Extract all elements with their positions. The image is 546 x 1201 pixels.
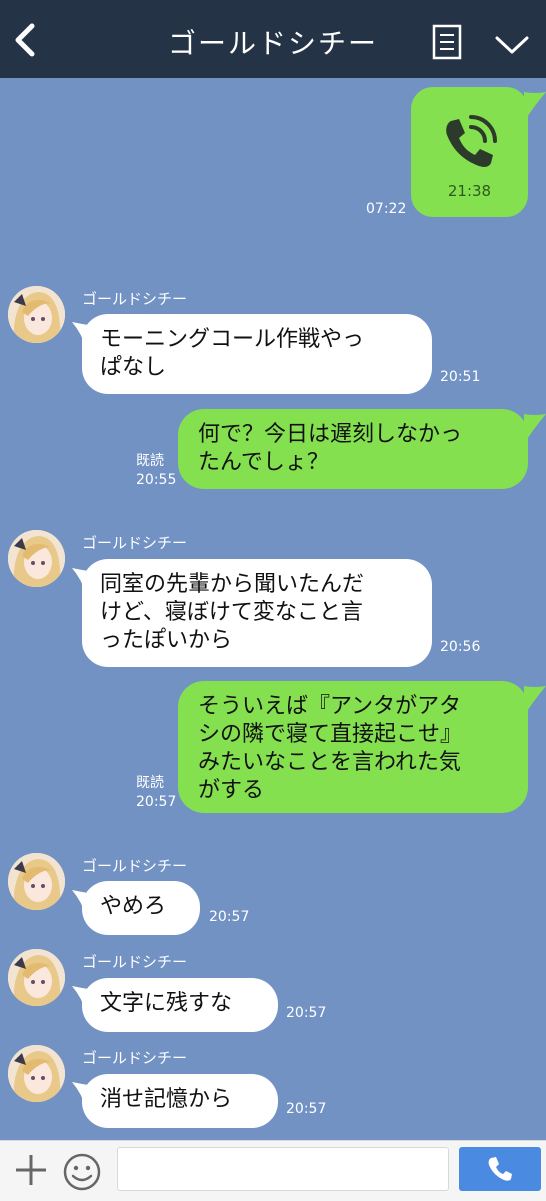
avatar[interactable] — [8, 286, 65, 343]
chat-title: ゴールドシチー — [167, 27, 378, 60]
call-button[interactable] — [459, 1147, 541, 1191]
chat-area: 21:38 07:22 ゴールドシチー モーニングコール作戦やっ ぱなし 20:… — [0, 78, 546, 1140]
message-line: 文字に残すな — [100, 991, 233, 1016]
message-line: 何で？今日は遅刻しなかっ — [198, 422, 463, 447]
message-time: 20:51 — [440, 369, 481, 385]
message-input[interactable] — [117, 1147, 449, 1191]
call-bubble[interactable]: 21:38 — [411, 87, 528, 217]
message-line: がする — [198, 778, 265, 803]
message-bubble-incoming[interactable]: モーニングコール作戦やっ ぱなし — [82, 314, 432, 394]
avatar-image — [8, 949, 65, 1006]
avatar[interactable] — [8, 1045, 65, 1102]
message-time: 20:56 — [440, 639, 481, 655]
bubble-tail — [524, 92, 546, 122]
message-line: ぱなし — [100, 355, 167, 380]
avatar-image — [8, 1045, 65, 1102]
avatar[interactable] — [8, 853, 65, 910]
chevron-down-icon[interactable] — [495, 32, 529, 56]
sender-name: ゴールドシチー — [82, 290, 188, 308]
avatar[interactable] — [8, 949, 65, 1006]
read-receipt: 既読 20:55 — [136, 453, 177, 488]
emoji-icon[interactable] — [62, 1152, 102, 1192]
sender-name: ゴールドシチー — [82, 1049, 188, 1067]
message-line: たんでしょ？ — [198, 450, 329, 475]
avatar[interactable] — [8, 530, 65, 587]
message-time: 20:57 — [286, 1101, 327, 1117]
message-line: けど、寝ぼけて変なこと言 — [100, 600, 363, 625]
chat-header: ゴールドシチー — [0, 0, 546, 78]
plus-icon[interactable] — [14, 1153, 48, 1187]
message-line: みたいなことを言われた気 — [198, 750, 461, 775]
bubble-tail — [524, 686, 546, 716]
sender-name: ゴールドシチー — [82, 857, 188, 875]
message-line: そういえば『アンタがアタ — [198, 694, 462, 719]
message-bubble-incoming[interactable]: 消せ記憶から — [82, 1074, 278, 1128]
menu-list-icon[interactable] — [432, 24, 462, 60]
message-line: モーニングコール作戦やっ — [100, 327, 365, 352]
message-bubble-outgoing[interactable]: 何で？今日は遅刻しなかっ たんでしょ？ — [178, 409, 528, 489]
message-time: 20:57 — [286, 1005, 327, 1021]
avatar-image — [8, 530, 65, 587]
sender-name: ゴールドシチー — [82, 953, 188, 971]
message-time: 07:22 — [366, 201, 407, 217]
message-bubble-incoming[interactable]: 同室の先輩から聞いたんだ けど、寝ぼけて変なこと言 ったぽいから — [82, 559, 432, 667]
phone-call-icon — [446, 115, 497, 167]
bubble-tail — [524, 414, 546, 444]
read-receipt: 既読 20:57 — [136, 775, 177, 810]
avatar-image — [8, 853, 65, 910]
message-bubble-incoming[interactable]: 文字に残すな — [82, 978, 278, 1032]
avatar-image — [8, 286, 65, 343]
call-duration: 21:38 — [447, 182, 492, 200]
phone-icon — [488, 1157, 512, 1181]
sender-name: ゴールドシチー — [82, 534, 188, 552]
message-time: 20:57 — [209, 909, 250, 925]
message-bubble-incoming[interactable]: やめろ — [82, 881, 200, 935]
message-line: シの隣で寝て直接起こせ』 — [198, 722, 463, 747]
input-bar — [0, 1140, 546, 1201]
message-line: 同室の先輩から聞いたんだ — [100, 572, 365, 597]
message-line: ったぽいから — [100, 628, 233, 653]
message-line: やめろ — [100, 894, 167, 919]
message-line: 消せ記憶から — [100, 1087, 233, 1112]
message-bubble-outgoing[interactable]: そういえば『アンタがアタ シの隣で寝て直接起こせ』 みたいなことを言われた気 が… — [178, 681, 528, 813]
